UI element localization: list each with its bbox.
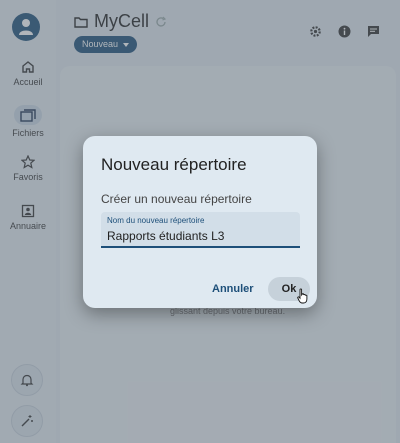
folder-name-value[interactable]: Rapports étudiants L3 — [107, 229, 224, 243]
cancel-button[interactable]: Annuler — [212, 283, 254, 295]
new-folder-dialog: Nouveau répertoire Créer un nouveau répe… — [83, 136, 317, 308]
dialog-title: Nouveau répertoire — [101, 155, 247, 174]
hand-cursor-icon — [297, 288, 308, 304]
folder-name-input[interactable]: Nom du nouveau répertoire Rapports étudi… — [101, 212, 300, 248]
folder-name-label: Nom du nouveau répertoire — [107, 216, 205, 225]
dialog-subtitle: Créer un nouveau répertoire — [101, 192, 252, 206]
